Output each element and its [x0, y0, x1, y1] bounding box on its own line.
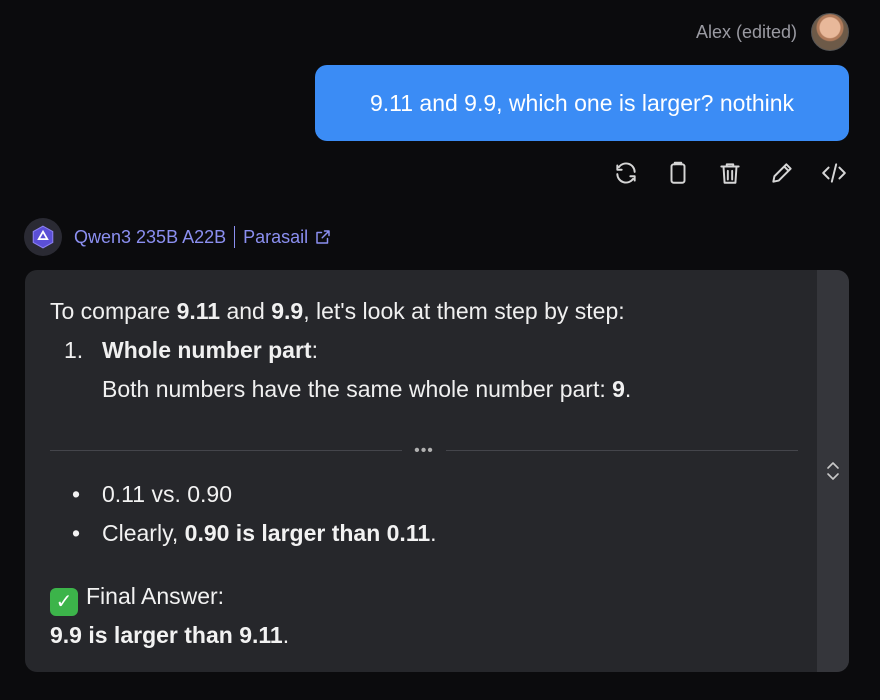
- bullet-dot: •: [72, 481, 81, 507]
- final-answer-bold: 9.9 is larger than 9.11: [50, 622, 283, 648]
- external-link-icon: [316, 230, 330, 244]
- list-item: • Clearly, 0.90 is larger than 0.11.: [50, 514, 820, 553]
- user-avatar[interactable]: [811, 13, 849, 51]
- step-colon: :: [311, 337, 318, 363]
- more-dots-icon[interactable]: •••: [402, 442, 446, 460]
- bullet-list: • 0.11 vs. 0.90 • Clearly, 0.90 is large…: [50, 475, 820, 553]
- expand-collapse-toggle[interactable]: [823, 458, 843, 484]
- bullet-bold: 0.90 is larger than 0.11: [184, 520, 431, 546]
- final-answer-text: 9.9 is larger than 9.11.: [50, 616, 289, 655]
- final-answer-label: Final Answer:: [86, 583, 225, 609]
- bullet-dot: •: [72, 520, 81, 546]
- copy-icon: [670, 161, 686, 184]
- qwen-logo-icon: [32, 225, 54, 249]
- bullet-text: Clearly,: [102, 520, 185, 546]
- divider-line: [445, 450, 798, 451]
- step-text-end: .: [624, 376, 632, 402]
- check-mark-icon: ✓: [50, 588, 78, 616]
- user-message-text: 9.11 and 9.9, which one is larger? nothi…: [369, 89, 795, 116]
- list-item: 1. Whole number part:: [50, 331, 820, 370]
- step-title: Whole number part: [102, 337, 312, 363]
- intro-line: To compare 9.11 and 9.9, let's look at t…: [50, 292, 820, 331]
- delete-button[interactable]: [715, 158, 745, 188]
- chevron-up-down-icon: [827, 462, 839, 480]
- intro-text-mid: and: [220, 298, 272, 324]
- step-text: Both numbers have the same whole number …: [102, 376, 613, 402]
- delete-icon: [720, 163, 740, 184]
- intro-text-end: , let's look at them step by step:: [303, 298, 625, 324]
- list-number: 1.: [64, 337, 84, 363]
- final-answer-heading: ✓ Final Answer:: [50, 577, 289, 616]
- view-code-button[interactable]: [819, 158, 849, 188]
- assistant-message-card: To compare 9.11 and 9.9, let's look at t…: [25, 270, 849, 672]
- intro-text: To compare: [50, 298, 177, 324]
- collapsed-content-divider[interactable]: •••: [50, 442, 798, 459]
- regenerate-icon: [616, 162, 636, 184]
- user-message-bubble: 9.11 and 9.9, which one is larger? nothi…: [315, 65, 849, 141]
- intro-bold-b: 9.9: [271, 298, 304, 324]
- intro-bold-a: 9.11: [176, 298, 221, 324]
- step-body: Both numbers have the same whole number …: [50, 370, 820, 409]
- final-answer: ✓ Final Answer: 9.9 is larger than 9.11.: [50, 577, 289, 655]
- copy-button[interactable]: [663, 158, 693, 188]
- model-name: Qwen3 235B A22B: [74, 226, 227, 247]
- user-header: Alex (edited): [696, 13, 849, 51]
- step-bold: 9: [612, 376, 625, 402]
- bullet-text-end: .: [430, 520, 437, 546]
- model-avatar: [24, 218, 62, 256]
- user-name: Alex (edited): [695, 21, 797, 42]
- meta-separator: [234, 226, 236, 248]
- regenerate-button[interactable]: [611, 158, 641, 188]
- bot-header: Qwen3 235B A22B Parasail: [24, 218, 332, 256]
- divider-line: [50, 450, 403, 451]
- edit-icon: [772, 163, 792, 183]
- assistant-message-top: To compare 9.11 and 9.9, let's look at t…: [50, 292, 820, 409]
- bullet-text: 0.11 vs. 0.90: [102, 481, 232, 507]
- message-actions: [611, 158, 849, 188]
- list-item: • 0.11 vs. 0.90: [50, 475, 820, 514]
- final-answer-end: .: [282, 622, 290, 648]
- code-icon: [822, 163, 846, 183]
- provider-name: Parasail: [243, 226, 309, 247]
- edit-button[interactable]: [767, 158, 797, 188]
- model-link[interactable]: Qwen3 235B A22B Parasail: [74, 226, 332, 248]
